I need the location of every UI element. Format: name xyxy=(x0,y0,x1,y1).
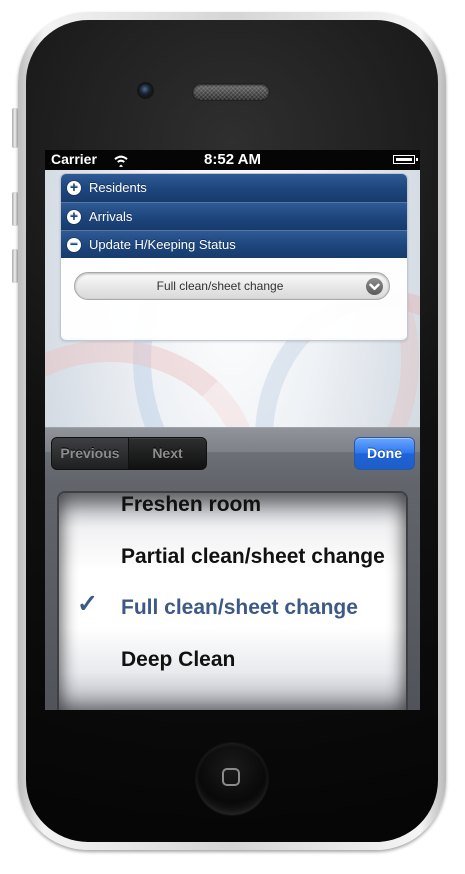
camera-icon xyxy=(139,84,152,97)
plus-icon: + xyxy=(67,180,81,195)
app-background: + Residents + Arrivals − Update H/Keepin… xyxy=(45,170,420,710)
chevron-down-icon xyxy=(366,278,383,295)
home-button[interactable] xyxy=(196,743,268,815)
accordion-residents-label: Residents xyxy=(89,180,147,195)
accordion-arrivals-header[interactable]: + Arrivals xyxy=(61,202,407,230)
previous-next-control: Previous Next xyxy=(51,437,207,470)
picker-frame: Freshen room Partial clean/sheet change … xyxy=(45,480,420,710)
accordion-residents-header[interactable]: + Residents xyxy=(61,174,407,202)
select-value: Full clean/sheet change xyxy=(156,279,284,293)
status-accordion: + Residents + Arrivals − Update H/Keepin… xyxy=(60,173,408,341)
battery-icon xyxy=(393,155,418,164)
checkmark-icon: ✓ xyxy=(77,590,98,618)
accordion-housekeeping-label: Update H/Keeping Status xyxy=(89,237,236,252)
volume-up-button[interactable] xyxy=(12,192,18,226)
chevron-down-glyph xyxy=(369,283,380,291)
status-time: 8:52 AM xyxy=(204,151,261,168)
minus-icon: − xyxy=(67,237,81,252)
previous-button[interactable]: Previous xyxy=(52,438,129,469)
housekeeping-content: Full clean/sheet change xyxy=(61,258,407,338)
status-bar: Carrier 8:52 AM xyxy=(45,150,420,170)
picker-toolbar: Previous Next Done xyxy=(45,427,420,481)
housekeeping-status-select[interactable]: Full clean/sheet change xyxy=(74,272,390,300)
done-button[interactable]: Done xyxy=(354,437,415,470)
picker-option-freshen-room[interactable]: Freshen room xyxy=(121,493,261,517)
accordion-arrivals-label: Arrivals xyxy=(89,209,133,224)
home-square-icon xyxy=(222,768,240,786)
picker-option-deep-clean[interactable]: Deep Clean xyxy=(121,648,235,672)
accordion-housekeeping-header[interactable]: − Update H/Keeping Status xyxy=(61,230,407,258)
speaker-grille xyxy=(193,84,269,100)
battery-fill xyxy=(396,158,412,161)
housekeeping-picker-wheel[interactable]: Freshen room Partial clean/sheet change … xyxy=(57,491,408,710)
phone-screen: Carrier 8:52 AM + Residents + Arrivals − xyxy=(45,150,420,710)
picker-option-partial-clean[interactable]: Partial clean/sheet change xyxy=(121,545,385,569)
volume-down-button[interactable] xyxy=(12,249,18,283)
next-button[interactable]: Next xyxy=(129,438,206,469)
plus-icon: + xyxy=(67,209,81,224)
mute-switch[interactable] xyxy=(12,108,18,148)
picker-option-full-clean[interactable]: Full clean/sheet change xyxy=(121,596,358,620)
